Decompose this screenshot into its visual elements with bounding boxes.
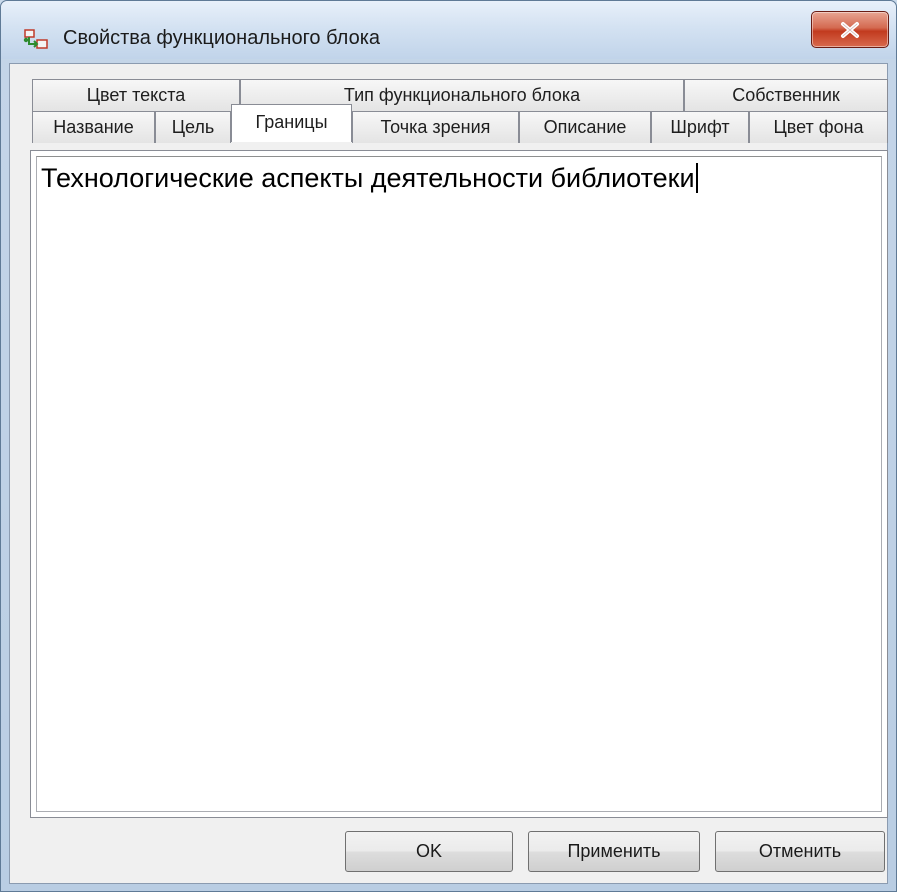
tab-boundaries[interactable]: Границы — [231, 104, 352, 142]
boundaries-text-area[interactable]: Технологические аспекты деятельности биб… — [36, 156, 882, 812]
apply-button[interactable]: Применить — [528, 831, 700, 872]
tab-description[interactable]: Описание — [519, 111, 651, 143]
window-title: Свойства функционального блока — [63, 27, 381, 49]
tab-name[interactable]: Название — [32, 111, 155, 143]
close-icon — [841, 22, 859, 38]
dialog-client-area: Цвет текста Тип функционального блока Со… — [9, 63, 888, 884]
tab-pane-boundaries: Технологические аспекты деятельности биб… — [30, 150, 888, 818]
functional-block-icon — [23, 28, 49, 50]
dialog-window: Свойства функционального блока Цвет текс… — [0, 0, 897, 892]
cancel-button[interactable]: Отменить — [715, 831, 885, 872]
ok-button[interactable]: OK — [345, 831, 513, 872]
tab-font[interactable]: Шрифт — [651, 111, 749, 143]
tab-goal[interactable]: Цель — [155, 111, 231, 143]
boundaries-text: Технологические аспекты деятельности биб… — [41, 163, 695, 193]
tab-text-color[interactable]: Цвет текста — [32, 79, 240, 111]
title-bar[interactable]: Свойства функционального блока — [1, 1, 896, 59]
tab-viewpoint[interactable]: Точка зрения — [352, 111, 519, 143]
tab-owner[interactable]: Собственник — [684, 79, 888, 111]
close-button[interactable] — [811, 11, 889, 48]
text-area-content: Технологические аспекты деятельности биб… — [41, 163, 698, 194]
text-caret — [695, 163, 698, 193]
tab-background-color[interactable]: Цвет фона — [749, 111, 888, 143]
